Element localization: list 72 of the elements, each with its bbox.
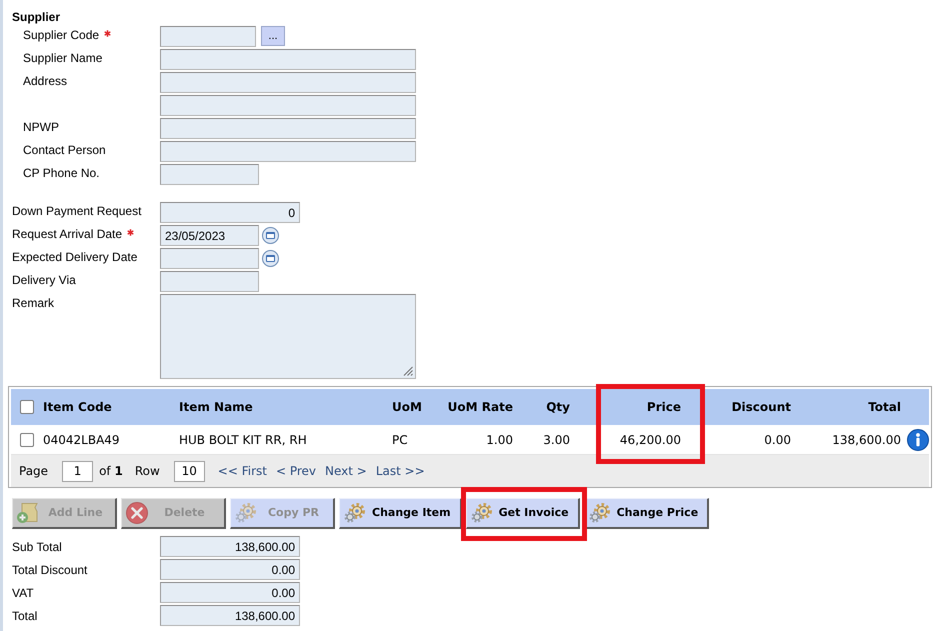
price: 46,200.00 — [620, 432, 681, 448]
column-header: Price — [646, 399, 681, 416]
unit-rate: 1.00 — [486, 432, 513, 448]
gears-icon — [470, 502, 494, 524]
text-field[interactable] — [160, 271, 259, 292]
text-field[interactable] — [160, 164, 259, 185]
pager-link[interactable]: Last >> — [376, 462, 425, 480]
gears-icon — [588, 502, 612, 524]
date-field[interactable]: 23/05/2023 — [160, 225, 259, 246]
add-note-icon — [16, 502, 40, 524]
lookup-field[interactable] — [160, 26, 256, 47]
info-icon[interactable] — [907, 428, 929, 450]
date-field[interactable] — [160, 248, 259, 269]
page-label: Page — [19, 463, 48, 480]
field-label: Supplier Name — [23, 50, 102, 66]
field-label: VAT — [12, 586, 34, 600]
unit: PC — [392, 432, 408, 448]
item-name: HUB BOLT KIT RR, RH — [179, 432, 307, 448]
column-header: Qty — [546, 399, 570, 416]
field-label: Sub Total — [12, 540, 62, 554]
field-label: Contact Person — [23, 142, 106, 158]
field-label: Supplier Code — [23, 27, 100, 43]
pager-link[interactable]: < Prev — [276, 462, 316, 480]
column-header: UoM Rate — [448, 399, 513, 416]
column-header: UoM — [392, 399, 422, 416]
row-label: Row — [134, 463, 160, 480]
quantity: 3.00 — [543, 432, 570, 448]
select-all-checkbox[interactable] — [20, 400, 34, 414]
total-field: 138,600.00 — [160, 536, 300, 557]
total-field: 0.00 — [160, 582, 300, 603]
column-header: Discount — [732, 399, 791, 416]
field-label: Request Arrival Date — [12, 226, 122, 242]
delete-icon — [125, 502, 149, 524]
field-label: CP Phone No. — [23, 165, 100, 181]
gears-icon — [343, 502, 367, 524]
lookup-button[interactable]: ... — [261, 26, 285, 46]
action-button[interactable]: Get Invoice — [466, 498, 580, 529]
text-field[interactable] — [160, 118, 416, 139]
discount: 0.00 — [764, 432, 791, 448]
gears-icon — [234, 502, 258, 524]
field-label: Remark — [12, 295, 54, 311]
calendar-icon[interactable] — [262, 250, 279, 267]
field-label: Total Discount — [12, 562, 88, 576]
column-header: Item Name — [179, 399, 253, 416]
column-header: Item Code — [43, 399, 112, 416]
column-header: Total — [868, 399, 901, 416]
text-field[interactable] — [160, 72, 416, 93]
section-heading: Supplier — [12, 9, 60, 25]
field-label: NPWP — [23, 119, 59, 135]
total-field: 138,600.00 — [160, 605, 300, 626]
item-code: 04042LBA49 — [43, 432, 120, 448]
calendar-icon[interactable] — [262, 227, 279, 244]
pager-link[interactable]: Next > — [325, 462, 367, 480]
remark-field[interactable] — [160, 294, 416, 379]
page-count: of 1 — [99, 463, 123, 480]
action-button[interactable]: Change Item — [339, 498, 462, 529]
page-field[interactable]: 1 — [62, 460, 94, 482]
field-label: Down Payment Request — [12, 203, 142, 219]
rows-per-page-field[interactable]: 10 — [174, 460, 205, 482]
text-field[interactable] — [160, 49, 416, 70]
resize-grip-icon[interactable] — [403, 366, 413, 376]
field-label: Total — [12, 608, 38, 622]
field-label: Expected Delivery Date — [12, 249, 138, 265]
pager-link[interactable]: << First — [218, 462, 267, 480]
text-field[interactable] — [160, 141, 416, 162]
amount-field[interactable]: 0 — [160, 202, 300, 223]
field-label: Address — [23, 73, 68, 89]
total-field: 0.00 — [160, 559, 300, 580]
line-total: 138,600.00 — [832, 432, 901, 448]
text-field[interactable] — [160, 95, 416, 116]
row-checkbox[interactable] — [20, 432, 34, 446]
field-label: Delivery Via — [12, 272, 76, 288]
